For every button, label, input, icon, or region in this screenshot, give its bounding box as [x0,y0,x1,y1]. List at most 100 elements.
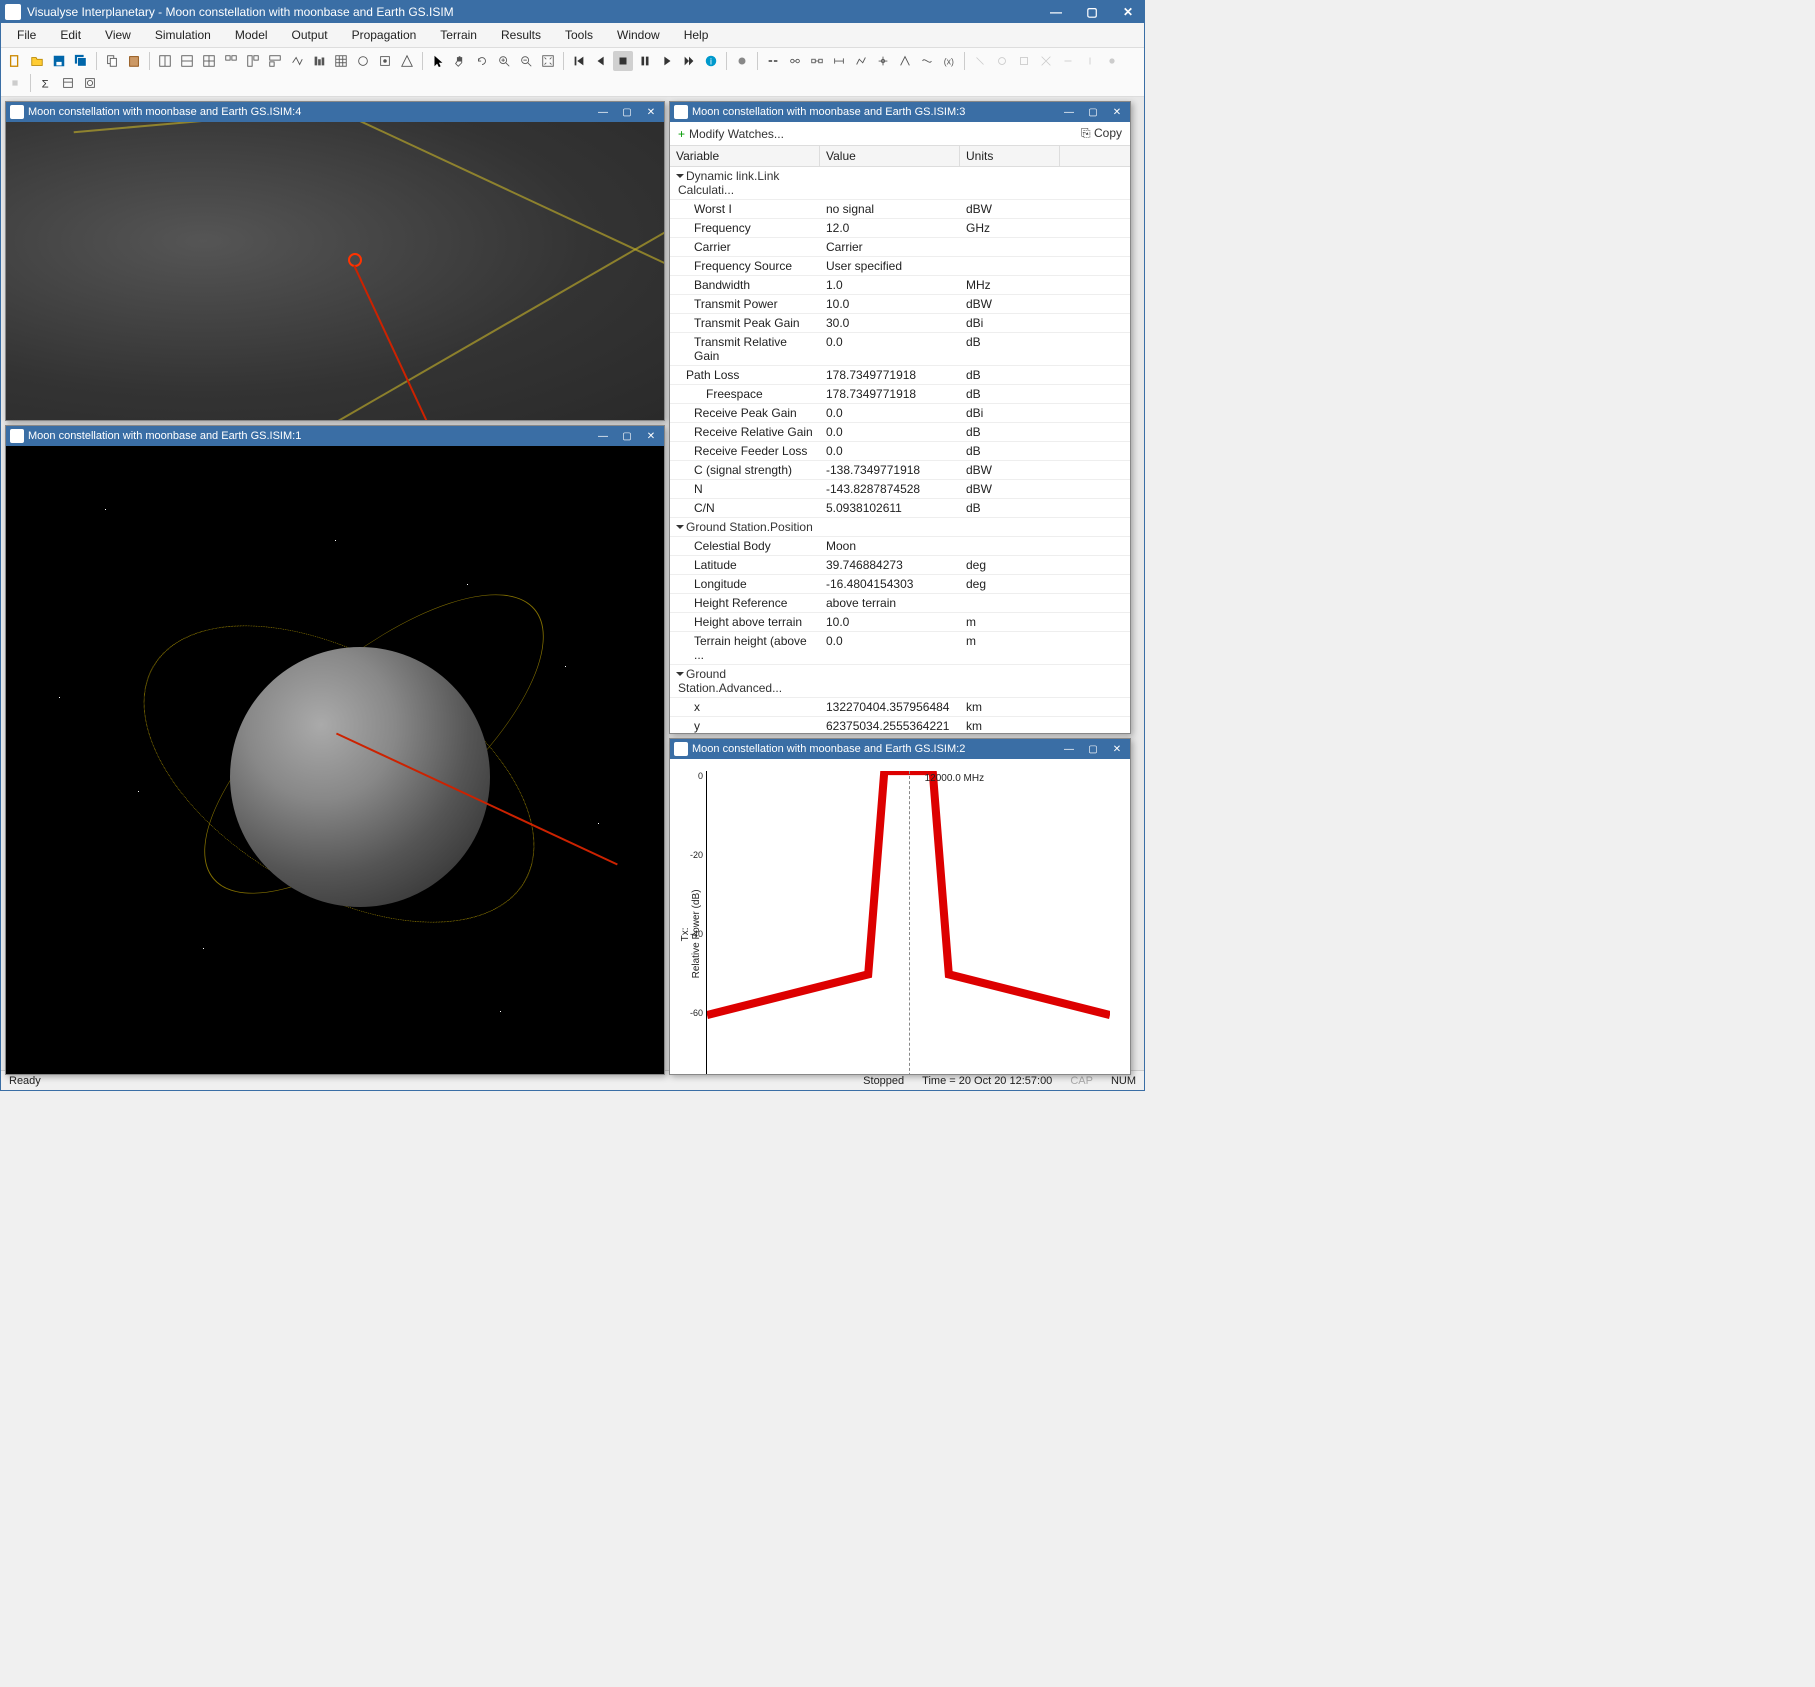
watch-row[interactable]: Bandwidth1.0MHz [670,276,1130,295]
watch-row[interactable]: x132270404.357956484km [670,698,1130,717]
play-icon[interactable] [657,51,677,71]
fx-icon[interactable]: (x) [939,51,959,71]
grid2-icon[interactable] [177,51,197,71]
tool-b8-icon[interactable] [5,73,25,93]
grid4-icon[interactable] [221,51,241,71]
watch-row[interactable]: C (signal strength)-138.7349771918dBW [670,461,1130,480]
modify-watches-button[interactable]: Modify Watches... [689,127,784,141]
col-units[interactable]: Units [960,146,1060,166]
grid5-icon[interactable] [243,51,263,71]
minimize-button[interactable]: — [1044,4,1068,20]
tool-a6-icon[interactable] [895,51,915,71]
tool-b5-icon[interactable] [1058,51,1078,71]
tool9-icon[interactable] [353,51,373,71]
tool-a3-icon[interactable] [829,51,849,71]
watch-row[interactable]: Transmit Peak Gain30.0dBi [670,314,1130,333]
pointer-icon[interactable] [428,51,448,71]
tool-a7-icon[interactable] [917,51,937,71]
tool-b6-icon[interactable] [1080,51,1100,71]
link-icon[interactable] [763,51,783,71]
copy-icon[interactable] [102,51,122,71]
menu-file[interactable]: File [7,25,46,45]
watch-row[interactable]: Freespace178.7349771918dB [670,385,1130,404]
save-icon[interactable] [49,51,69,71]
sub2-min[interactable]: — [1060,742,1078,756]
watch-row[interactable]: Receive Peak Gain0.0dBi [670,404,1130,423]
moon-surface-view[interactable] [6,122,664,420]
first-icon[interactable] [569,51,589,71]
col-variable[interactable]: Variable [670,146,820,166]
grid1-icon[interactable] [155,51,175,71]
watch-row[interactable]: Celestial BodyMoon [670,537,1130,556]
sub1-max[interactable]: ▢ [618,429,636,443]
watch-row[interactable]: C/N5.0938102611dB [670,499,1130,518]
tool11-icon[interactable] [397,51,417,71]
menu-help[interactable]: Help [674,25,719,45]
menu-edit[interactable]: Edit [50,25,91,45]
watch-row[interactable]: CarrierCarrier [670,238,1130,257]
menu-results[interactable]: Results [491,25,551,45]
watch-row[interactable]: Latitude39.746884273deg [670,556,1130,575]
sub2-max[interactable]: ▢ [1084,742,1102,756]
sub-window-1[interactable]: Moon constellation with moonbase and Ear… [5,425,665,1075]
watch-row[interactable]: Transmit Power10.0dBW [670,295,1130,314]
sub-window-4[interactable]: Moon constellation with moonbase and Ear… [5,101,665,421]
table-icon[interactable] [331,51,351,71]
prev-icon[interactable] [591,51,611,71]
sub2-close[interactable]: ✕ [1108,742,1126,756]
tool-a5-icon[interactable] [873,51,893,71]
menu-model[interactable]: Model [225,25,278,45]
zoom-fit-icon[interactable] [538,51,558,71]
save-all-icon[interactable] [71,51,91,71]
maximize-button[interactable]: ▢ [1080,4,1104,20]
watch-group[interactable]: Dynamic link.Link Calculati... [670,167,1130,200]
sub3-max[interactable]: ▢ [1084,105,1102,119]
tool-a2-icon[interactable] [807,51,827,71]
sigma-icon[interactable]: Σ [36,73,56,93]
tool-a1-icon[interactable] [785,51,805,71]
watch-row[interactable]: Frequency SourceUser specified [670,257,1130,276]
watch-group[interactable]: Ground Station.Position [670,518,1130,537]
close-button[interactable]: ✕ [1116,4,1140,20]
tool-b2-icon[interactable] [992,51,1012,71]
hand-icon[interactable] [450,51,470,71]
menu-view[interactable]: View [95,25,141,45]
watch-row[interactable]: Height Referenceabove terrain [670,594,1130,613]
pause-icon[interactable] [635,51,655,71]
watch-row[interactable]: Receive Feeder Loss0.0dB [670,442,1130,461]
space-3d-view[interactable] [6,446,664,1074]
col-value[interactable]: Value [820,146,960,166]
rotate-icon[interactable] [472,51,492,71]
tool-b4-icon[interactable] [1036,51,1056,71]
tool10-icon[interactable] [375,51,395,71]
sub-window-3[interactable]: Moon constellation with moonbase and Ear… [669,101,1131,734]
copy-button[interactable]: ⎘ Copy [1081,126,1122,141]
sub-window-2[interactable]: Moon constellation with moonbase and Ear… [669,738,1131,1075]
zoom-out-icon[interactable] [516,51,536,71]
menu-window[interactable]: Window [607,25,670,45]
watch-row[interactable]: y62375034.2555364221km [670,717,1130,733]
sub1-min[interactable]: — [594,429,612,443]
grid3-icon[interactable] [199,51,219,71]
tool-b7-icon[interactable] [1102,51,1122,71]
sub4-close[interactable]: ✕ [642,105,660,119]
sub4-max[interactable]: ▢ [618,105,636,119]
grid6-icon[interactable] [265,51,285,71]
menu-tools[interactable]: Tools [555,25,603,45]
tx-chart[interactable]: 0-20-40-60-80 12000.0 MHz [706,771,1110,1074]
watch-row[interactable]: Path Loss178.7349771918dB [670,366,1130,385]
watch-row[interactable]: Terrain height (above ...0.0m [670,632,1130,665]
watch-row[interactable]: Height above terrain10.0m [670,613,1130,632]
menu-terrain[interactable]: Terrain [430,25,487,45]
new-file-icon[interactable] [5,51,25,71]
sub1-close[interactable]: ✕ [642,429,660,443]
zoom-in-icon[interactable] [494,51,514,71]
sub3-close[interactable]: ✕ [1108,105,1126,119]
watch-row[interactable]: Worst Ino signaldBW [670,200,1130,219]
watch-row[interactable]: N-143.8287874528dBW [670,480,1130,499]
ff-icon[interactable] [679,51,699,71]
open-file-icon[interactable] [27,51,47,71]
tool-b1-icon[interactable] [970,51,990,71]
record-icon[interactable] [732,51,752,71]
watch-row[interactable]: Longitude-16.4804154303deg [670,575,1130,594]
